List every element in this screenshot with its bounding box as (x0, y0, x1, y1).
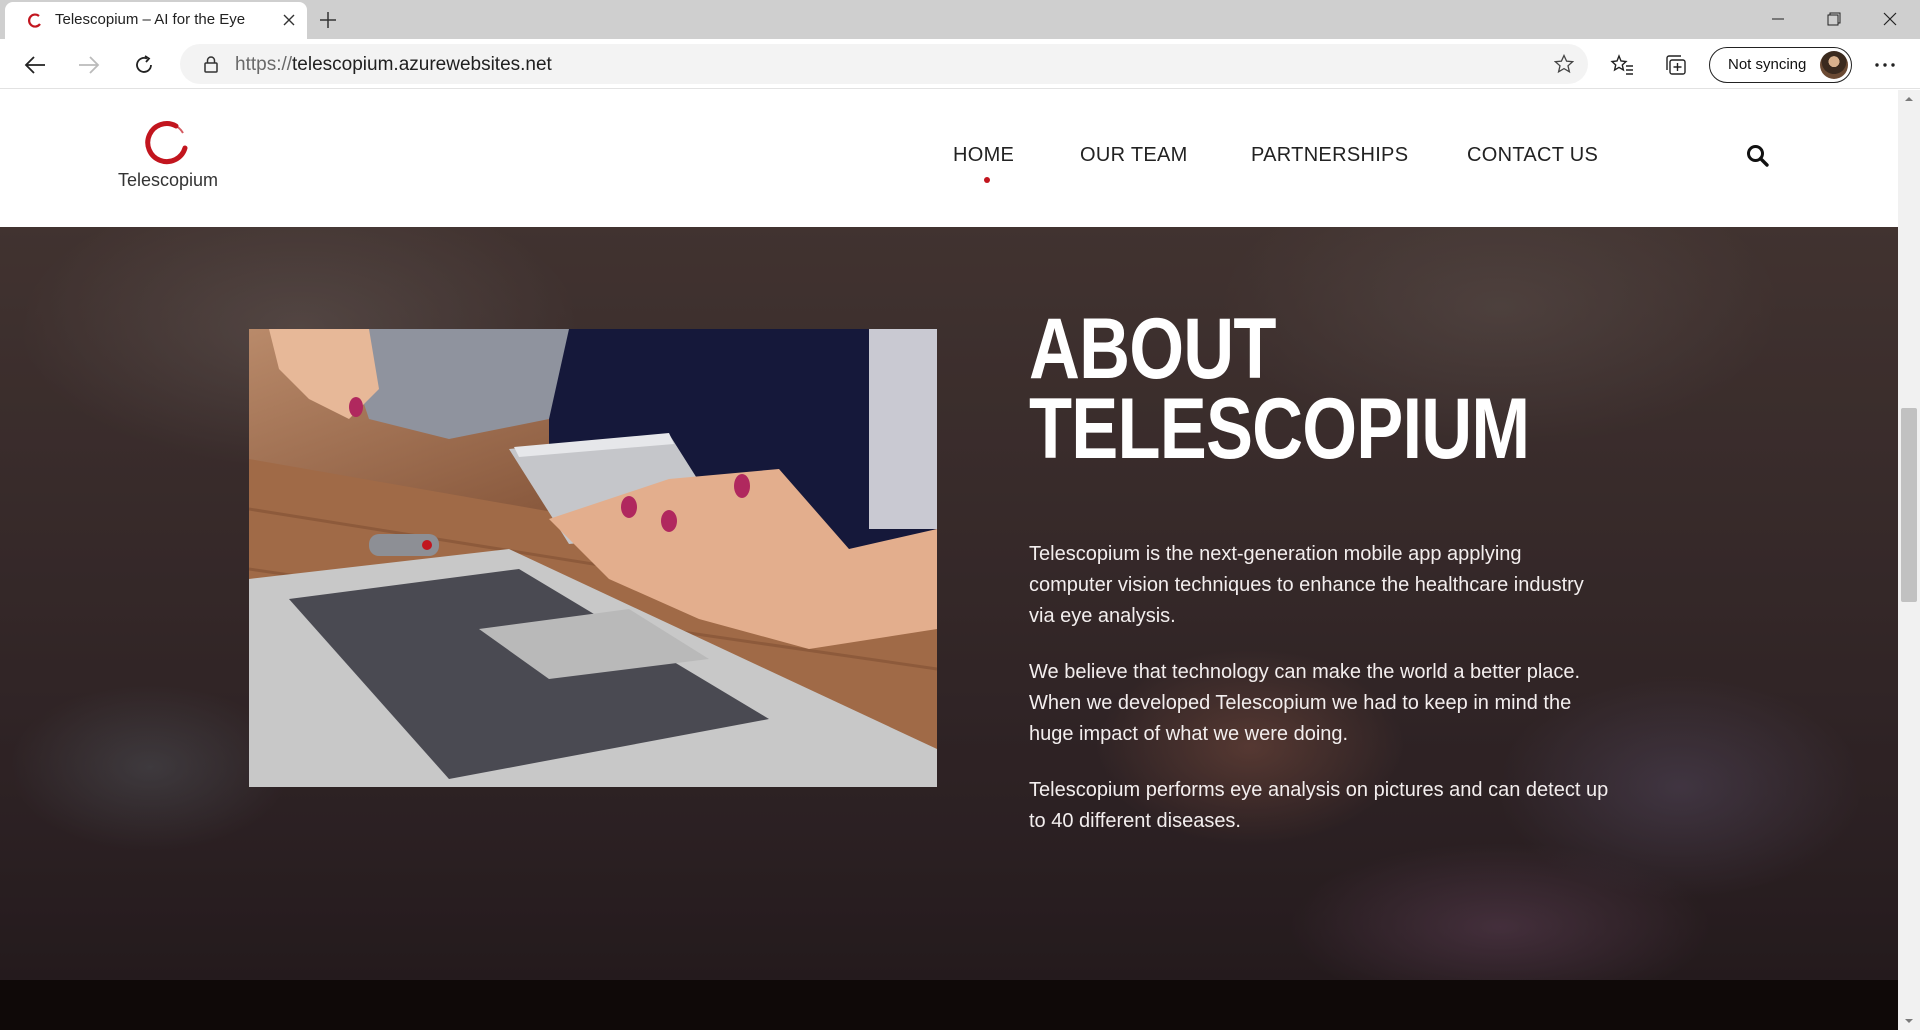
about-paragraph-2: We believe that technology can make the … (1029, 661, 1581, 745)
tab-strip: Telescopium – AI for the Eye (0, 0, 1920, 39)
plus-icon[interactable] (316, 8, 340, 32)
tab-title: Telescopium – AI for the Eye (55, 11, 246, 28)
site-logo[interactable]: Telescopium (118, 120, 218, 190)
url-host: telescopium.azurewebsites.net (292, 54, 552, 75)
logo-ring-icon (145, 121, 188, 165)
minimize-icon[interactable] (1750, 0, 1805, 38)
url-protocol: https:// (235, 54, 293, 75)
scroll-up-arrow-icon[interactable] (1904, 94, 1914, 104)
forward-arrow-icon[interactable] (73, 49, 105, 81)
nav-partnerships[interactable]: PARTNERSHIPS (1251, 144, 1408, 167)
active-nav-indicator (984, 177, 990, 183)
profile-sync-button[interactable]: Not syncing (1709, 47, 1852, 83)
scrollbar-thumb[interactable] (1901, 408, 1917, 602)
favorites-icon[interactable] (1606, 49, 1638, 81)
star-icon[interactable] (1554, 54, 1574, 74)
collections-icon[interactable] (1660, 49, 1692, 81)
about-paragraph-3: Telescopium performs eye analysis on pic… (1029, 779, 1609, 832)
page-scrollbar[interactable] (1898, 90, 1920, 1030)
nav-home[interactable]: HOME (953, 144, 1014, 167)
about-paragraph-1: Telescopium is the next-generation mobil… (1029, 543, 1584, 627)
close-icon[interactable] (280, 11, 298, 29)
about-title: ABOUT TELESCOPIUM (1029, 301, 1530, 477)
nav-contact-us[interactable]: CONTACT US (1467, 144, 1598, 167)
page-viewport: Telescopium HOME OUR TEAM PARTNERSHIPS C… (0, 90, 1920, 1030)
url-text[interactable]: https://telescopium.azurewebsites.net (235, 54, 552, 76)
site-header: Telescopium HOME OUR TEAM PARTNERSHIPS C… (0, 90, 1898, 227)
search-icon[interactable] (1745, 143, 1771, 169)
logo-text: Telescopium (118, 170, 219, 190)
about-title-line1: ABOUT (1029, 301, 1276, 397)
avatar (1820, 51, 1848, 79)
restore-icon[interactable] (1806, 0, 1861, 38)
browser-toolbar: https://telescopium.azurewebsites.net No… (0, 39, 1920, 89)
scroll-down-arrow-icon[interactable] (1904, 1016, 1914, 1026)
about-title-line2: TELESCOPIUM (1029, 381, 1530, 477)
more-icon[interactable] (1869, 49, 1901, 81)
back-arrow-icon[interactable] (19, 49, 51, 81)
lock-icon[interactable] (202, 55, 220, 73)
nav-our-team[interactable]: OUR TEAM (1080, 144, 1188, 167)
browser-window: Telescopium – AI for the Eye https://tel… (0, 0, 1920, 1030)
telescopium-favicon (28, 13, 41, 28)
about-section: ABOUT TELESCOPIUM Telescopium is the nex… (0, 227, 1898, 980)
laptop-phone-photo (249, 329, 937, 787)
next-section-strip (0, 980, 1898, 1030)
address-bar[interactable]: https://telescopium.azurewebsites.net (180, 44, 1588, 84)
window-close-icon[interactable] (1862, 0, 1917, 38)
refresh-icon[interactable] (128, 49, 160, 81)
browser-tab[interactable]: Telescopium – AI for the Eye (5, 2, 307, 39)
sync-label: Not syncing (1728, 56, 1807, 73)
